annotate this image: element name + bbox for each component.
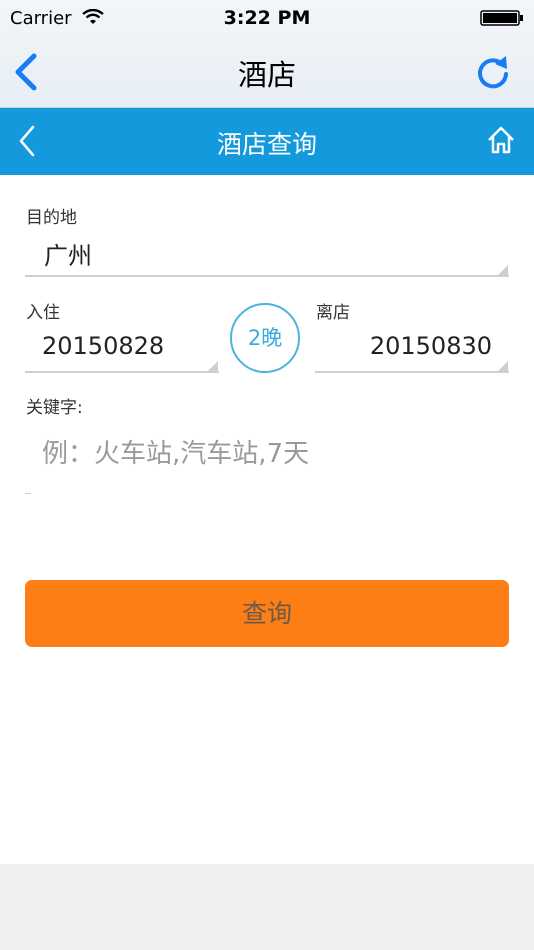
checkin-date-field[interactable]: 20150828 (42, 332, 164, 360)
page-header: 酒店查询 (0, 108, 534, 175)
nights-badge: 2晚 (230, 303, 300, 373)
hotel-search-screen: Carrier 3:22 PM 酒店 酒店查询 目的地 广州 入住 201508… (0, 0, 534, 950)
destination-underline (25, 275, 509, 277)
status-time: 3:22 PM (223, 7, 311, 29)
checkin-corner (208, 361, 218, 371)
search-button[interactable]: 查询 (25, 580, 509, 647)
page-title: 酒店查询 (216, 130, 317, 159)
refresh-icon[interactable] (474, 52, 512, 92)
bottom-toolbar (0, 864, 534, 950)
keyword-input[interactable] (42, 434, 502, 474)
destination-corner (498, 265, 508, 275)
destination-label: 目的地 (26, 208, 77, 228)
checkin-label: 入住 (26, 303, 60, 323)
keyword-underline (25, 493, 31, 494)
checkout-date-field[interactable]: 20150830 (370, 332, 492, 360)
ios-navigation-bar: Carrier 3:22 PM 酒店 (0, 0, 534, 108)
nav-title: 酒店 (237, 58, 296, 92)
checkout-underline (315, 371, 509, 373)
checkin-underline (25, 371, 219, 373)
battery-icon (480, 10, 523, 26)
checkout-corner (498, 361, 508, 371)
destination-field[interactable]: 广州 (44, 236, 92, 271)
checkout-label: 离店 (316, 303, 350, 323)
home-icon[interactable] (486, 125, 516, 155)
keyword-label: 关键字: (26, 398, 83, 418)
